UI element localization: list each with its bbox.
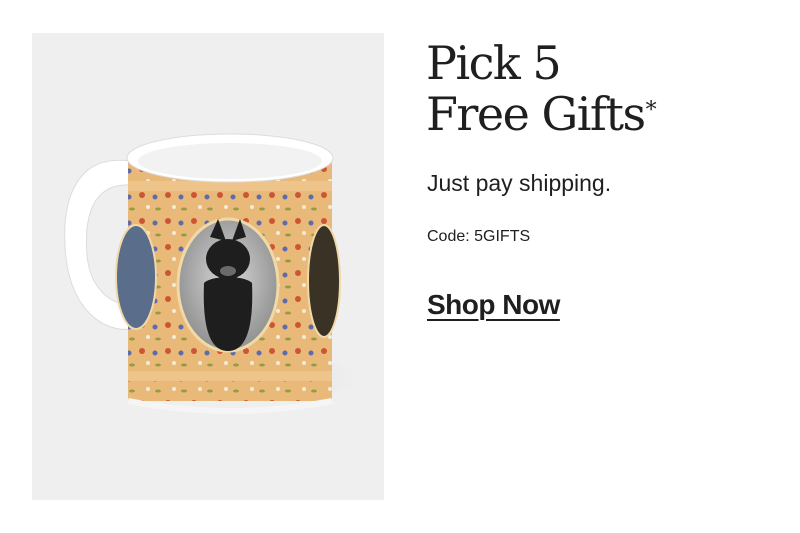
headline-line-2: Free Gifts bbox=[426, 87, 646, 141]
promo-code: Code: 5GIFTS bbox=[427, 228, 531, 245]
promo-headline: Pick 5 Free Gifts* bbox=[426, 36, 657, 141]
product-image[interactable] bbox=[32, 33, 384, 500]
promo-subhead: Just pay shipping. bbox=[427, 170, 612, 196]
headline-line-1: Pick 5 bbox=[426, 36, 562, 90]
mug-illustration bbox=[64, 133, 357, 414]
footnote-asterisk: * bbox=[645, 98, 657, 123]
shop-now-link[interactable]: Shop Now bbox=[427, 289, 560, 321]
